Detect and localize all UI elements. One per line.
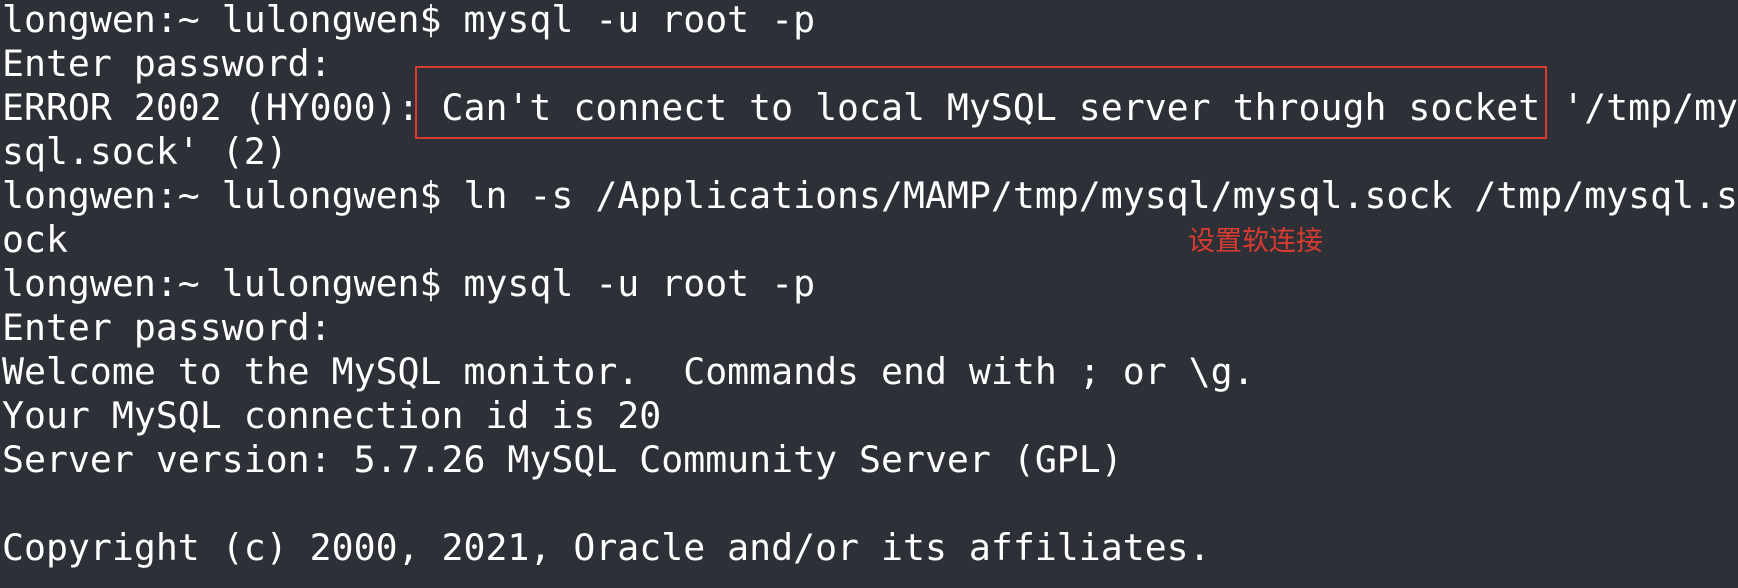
terminal-line: Welcome to the MySQL monitor. Commands e… [2,350,1255,393]
annotation-label: 设置软连接 [1188,226,1323,257]
terminal-window[interactable]: longwen:~ lulongwen$ mysql -u root -p En… [0,0,1738,588]
terminal-line: Server version: 5.7.26 MySQL Community S… [2,438,1123,481]
terminal-line: longwen:~ lulongwen$ mysql -u root -p [2,0,816,41]
terminal-line: Copyright (c) 2000, 2021, Oracle and/or … [2,526,1211,569]
terminal-line: longwen:~ lulongwen$ ln -s /Applications… [2,174,1738,217]
terminal-line: Your MySQL connection id is 20 [2,394,662,437]
terminal-line: ock [2,218,68,261]
terminal-line: longwen:~ lulongwen$ mysql -u root -p [2,262,816,305]
error-highlight-box [415,66,1547,139]
terminal-line: Enter password: [2,306,332,349]
